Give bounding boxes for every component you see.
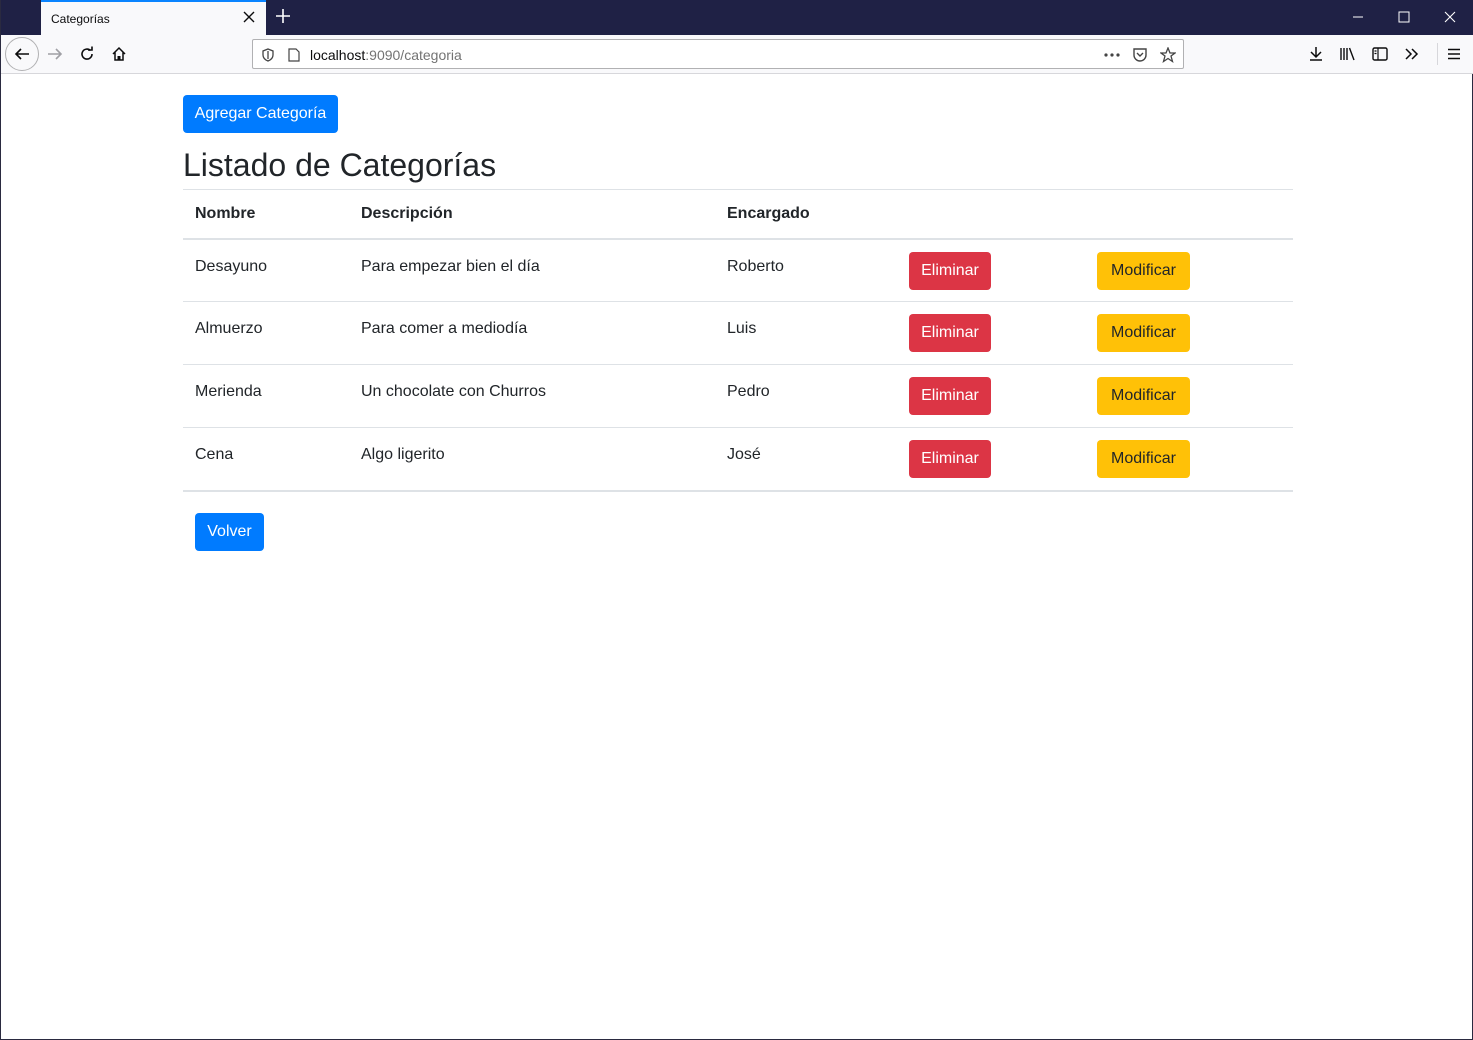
column-header-modify — [1085, 189, 1293, 240]
categories-table: Nombre Descripción Encargado Desayuno Pa… — [183, 189, 1293, 492]
cell-modify: Modificar — [1085, 364, 1293, 428]
cell-nombre: Merienda — [183, 364, 349, 428]
modify-button[interactable]: Modificar — [1097, 314, 1190, 352]
cell-encargado: José — [715, 427, 897, 492]
reload-icon[interactable] — [71, 38, 103, 70]
forward-arrow-icon[interactable] — [39, 38, 71, 70]
page-icon — [285, 46, 303, 64]
tab-title: Categorías — [51, 11, 110, 26]
cell-modify: Modificar — [1085, 301, 1293, 365]
cell-nombre: Desayuno — [183, 238, 349, 302]
table-row: Merienda Un chocolate con Churros Pedro … — [183, 364, 1293, 428]
browser-toolbar: localhost:9090/categoria — [1, 35, 1473, 74]
cell-modify: Modificar — [1085, 238, 1293, 302]
cell-delete: Eliminar — [897, 238, 1085, 302]
modify-button[interactable]: Modificar — [1097, 251, 1190, 290]
home-icon[interactable] — [103, 38, 135, 70]
cell-descripcion: Un chocolate con Churros — [349, 364, 715, 428]
browser-titlebar: Categorías — [1, 0, 1473, 35]
add-category-button[interactable]: Agregar Categoría — [183, 95, 338, 133]
browser-tab[interactable]: Categorías — [41, 0, 266, 35]
page-title: Listado de Categorías — [183, 147, 497, 183]
window-close-icon[interactable] — [1438, 6, 1462, 28]
delete-button[interactable]: Eliminar — [909, 377, 991, 415]
cell-encargado: Luis — [715, 301, 897, 365]
cell-descripcion: Algo ligerito — [349, 427, 715, 492]
cell-delete: Eliminar — [897, 427, 1085, 492]
overflow-chevron-icon[interactable] — [1396, 38, 1428, 70]
close-tab-icon[interactable] — [240, 8, 258, 26]
table-row: Desayuno Para empezar bien el día Robert… — [183, 238, 1293, 302]
pocket-icon[interactable] — [1131, 46, 1149, 64]
modify-button[interactable]: Modificar — [1097, 440, 1190, 478]
cell-encargado: Pedro — [715, 364, 897, 428]
maximize-icon[interactable] — [1392, 6, 1416, 28]
cell-modify: Modificar — [1085, 427, 1293, 492]
column-header-encargado: Encargado — [715, 189, 897, 240]
cell-descripcion: Para empezar bien el día — [349, 238, 715, 302]
cell-encargado: Roberto — [715, 238, 897, 302]
cell-nombre: Cena — [183, 427, 349, 492]
url-text[interactable]: localhost:9090/categoria — [310, 47, 462, 63]
cell-nombre: Almuerzo — [183, 301, 349, 365]
column-header-descripcion: Descripción — [349, 189, 715, 240]
shield-icon[interactable] — [259, 46, 277, 64]
download-icon[interactable] — [1300, 38, 1332, 70]
table-row: Cena Algo ligerito José Eliminar Modific… — [183, 427, 1293, 492]
cell-delete: Eliminar — [897, 301, 1085, 365]
cell-delete: Eliminar — [897, 364, 1085, 428]
delete-button[interactable]: Eliminar — [909, 314, 991, 352]
modify-button[interactable]: Modificar — [1097, 377, 1190, 415]
library-icon[interactable] — [1332, 38, 1364, 70]
hamburger-menu-icon[interactable] — [1438, 38, 1470, 70]
new-tab-icon[interactable] — [273, 6, 293, 26]
back-button[interactable]: Volver — [195, 513, 264, 551]
delete-button[interactable]: Eliminar — [909, 440, 991, 478]
sidebar-icon[interactable] — [1364, 38, 1396, 70]
table-header-row: Nombre Descripción Encargado — [183, 189, 1293, 240]
url-bar[interactable]: localhost:9090/categoria — [252, 39, 1184, 69]
bookmark-star-icon[interactable] — [1159, 46, 1177, 64]
cell-descripcion: Para comer a mediodía — [349, 301, 715, 365]
column-header-nombre: Nombre — [183, 189, 349, 240]
minimize-icon[interactable] — [1346, 6, 1370, 28]
column-header-delete — [897, 189, 1085, 240]
back-arrow-icon[interactable] — [5, 37, 39, 71]
delete-button[interactable]: Eliminar — [909, 251, 991, 290]
table-row: Almuerzo Para comer a mediodía Luis Elim… — [183, 301, 1293, 365]
more-actions-icon[interactable] — [1103, 46, 1121, 64]
